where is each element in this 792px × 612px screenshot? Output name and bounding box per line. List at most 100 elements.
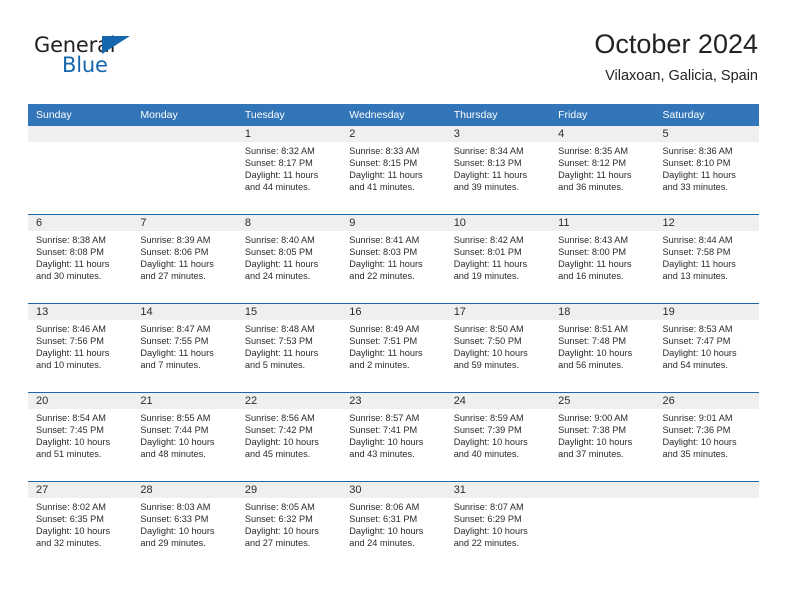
day-details: Sunrise: 8:51 AM Sunset: 7:48 PM Daylight:… xyxy=(550,320,654,371)
calendar-day-cell[interactable]: 12 Sunrise: 8:44 AM Sunset: 7:58 PM Dayligh… xyxy=(654,214,759,304)
day-number: 5 xyxy=(654,126,759,142)
day-number: 18 xyxy=(550,304,655,320)
day-number: 25 xyxy=(550,393,655,409)
sunrise-text: Sunrise: 8:44 AM xyxy=(662,235,733,245)
weekday-header-row: Sunday Monday Tuesday Wednesday Thursday… xyxy=(28,104,759,126)
daylight-text: Daylight: 10 hours and 35 minutes. xyxy=(662,437,737,460)
day-number: 20 xyxy=(28,393,133,409)
daylight-text: Daylight: 11 hours and 33 minutes. xyxy=(662,170,736,193)
calendar-day-cell[interactable]: 2 Sunrise: 8:33 AM Sunset: 8:15 PM Daylight… xyxy=(341,126,446,215)
sunrise-text: Sunrise: 8:54 AM xyxy=(36,413,106,423)
calendar-day-cell[interactable]: 31 Sunrise: 8:07 AM Sunset: 6:29 PM Dayligh… xyxy=(445,481,551,570)
calendar-day-cell[interactable]: 9 Sunrise: 8:41 AM Sunset: 8:03 PM Daylight… xyxy=(341,214,446,304)
calendar-cell-inner: 18 Sunrise: 8:51 AM Sunset: 7:48 PM Dayligh… xyxy=(550,304,655,392)
sunset-text: Sunset: 6:35 PM xyxy=(36,514,104,525)
sunset-text: Sunset: 7:53 PM xyxy=(244,336,313,347)
day-details: Sunrise: 9:00 AM Sunset: 7:38 PM Daylight:… xyxy=(550,409,654,460)
calendar-day-cell[interactable]: 19 Sunrise: 8:53 AM Sunset: 7:47 PM Dayligh… xyxy=(654,303,759,393)
calendar-day-cell[interactable]: 20 Sunrise: 8:54 AM Sunset: 7:45 PM Dayligh… xyxy=(28,392,133,482)
calendar-day-cell[interactable]: 15 Sunrise: 8:48 AM Sunset: 7:53 PM Dayligh… xyxy=(236,303,342,393)
calendar-cell-inner: 27 Sunrise: 8:02 AM Sunset: 6:35 PM Dayligh… xyxy=(28,482,133,570)
calendar-day-cell[interactable]: 7 Sunrise: 8:39 AM Sunset: 8:06 PM Daylight… xyxy=(132,214,237,304)
calendar-day-cell[interactable]: 10 Sunrise: 8:42 AM Sunset: 8:01 PM Dayligh… xyxy=(445,214,551,304)
daylight-text: Daylight: 11 hours and 19 minutes. xyxy=(453,259,528,282)
calendar-day-cell[interactable]: 22 Sunrise: 8:56 AM Sunset: 7:42 PM Dayligh… xyxy=(236,392,342,482)
sunrise-text: Sunrise: 8:55 AM xyxy=(140,413,211,423)
sunrise-text: Sunrise: 8:49 AM xyxy=(349,324,420,334)
calendar-day-cell[interactable]: 25 Sunrise: 9:00 AM Sunset: 7:38 PM Dayligh… xyxy=(550,392,655,482)
calendar-week-row: 20 Sunrise: 8:54 AM Sunset: 7:45 PM Dayligh… xyxy=(28,392,759,482)
calendar-day-cell[interactable]: 24 Sunrise: 8:59 AM Sunset: 7:39 PM Dayligh… xyxy=(445,392,551,482)
daylight-text: Daylight: 10 hours and 40 minutes. xyxy=(453,437,528,460)
sunset-text: Sunset: 6:29 PM xyxy=(453,514,522,525)
sunset-text: Sunset: 6:31 PM xyxy=(349,514,418,525)
sunrise-text: Sunrise: 8:56 AM xyxy=(244,413,315,423)
calendar-day-cell[interactable]: 8 Sunrise: 8:40 AM Sunset: 8:05 PM Daylight… xyxy=(236,214,342,304)
day-number: 4 xyxy=(550,126,655,142)
sunrise-text: Sunrise: 8:40 AM xyxy=(244,235,315,245)
calendar-day-cell[interactable]: 16 Sunrise: 8:49 AM Sunset: 7:51 PM Dayligh… xyxy=(341,303,446,393)
calendar-day-cell[interactable]: 14 Sunrise: 8:47 AM Sunset: 7:55 PM Dayligh… xyxy=(132,303,237,393)
sunset-text: Sunset: 8:17 PM xyxy=(244,158,313,169)
day-number: 30 xyxy=(341,482,446,498)
sunrise-text: Sunrise: 8:41 AM xyxy=(349,235,420,245)
calendar-cell-inner: 22 Sunrise: 8:56 AM Sunset: 7:42 PM Dayligh… xyxy=(236,393,342,481)
day-details: Sunrise: 8:02 AM Sunset: 6:35 PM Daylight:… xyxy=(28,498,132,549)
sunrise-text: Sunrise: 8:03 AM xyxy=(140,502,211,512)
day-details: Sunrise: 8:50 AM Sunset: 7:50 PM Daylight:… xyxy=(446,320,550,371)
calendar-day-cell[interactable]: 11 Sunrise: 8:43 AM Sunset: 8:00 PM Dayligh… xyxy=(550,214,655,304)
sunset-text: Sunset: 8:13 PM xyxy=(453,158,522,169)
calendar-cell-inner: 8 Sunrise: 8:40 AM Sunset: 8:05 PM Daylight… xyxy=(236,215,342,303)
weekday-header-monday: Monday xyxy=(132,104,237,126)
calendar-day-cell[interactable]: 29 Sunrise: 8:05 AM Sunset: 6:32 PM Dayligh… xyxy=(236,481,342,570)
weekday-header-saturday: Saturday xyxy=(654,104,759,126)
weekday-header-thursday: Thursday xyxy=(445,104,551,126)
weekday-header-sunday: Sunday xyxy=(28,104,133,126)
calendar-day-cell[interactable]: 4 Sunrise: 8:35 AM Sunset: 8:12 PM Daylight… xyxy=(550,126,655,215)
calendar-day-cell[interactable]: 18 Sunrise: 8:51 AM Sunset: 7:48 PM Dayligh… xyxy=(550,303,655,393)
sunset-text: Sunset: 7:48 PM xyxy=(558,336,627,347)
calendar-day-cell[interactable]: 23 Sunrise: 8:57 AM Sunset: 7:41 PM Dayligh… xyxy=(341,392,446,482)
calendar-day-cell[interactable]: 26 Sunrise: 9:01 AM Sunset: 7:36 PM Dayligh… xyxy=(654,392,759,482)
calendar-day-cell[interactable]: 13 Sunrise: 8:46 AM Sunset: 7:56 PM Dayligh… xyxy=(28,303,133,393)
calendar-day-cell[interactable]: 1 Sunrise: 8:32 AM Sunset: 8:17 PM Daylight… xyxy=(236,126,342,215)
sunset-text: Sunset: 7:39 PM xyxy=(453,425,522,436)
title-block: October 2024 Vilaxoan, Galicia, Spain xyxy=(594,28,758,86)
day-number: 9 xyxy=(341,215,446,231)
sunrise-text: Sunrise: 8:38 AM xyxy=(36,235,106,245)
calendar-cell-inner: 26 Sunrise: 9:01 AM Sunset: 7:36 PM Dayligh… xyxy=(654,393,759,481)
daylight-text: Daylight: 10 hours and 32 minutes. xyxy=(36,526,111,549)
calendar-cell-inner: 21 Sunrise: 8:55 AM Sunset: 7:44 PM Dayligh… xyxy=(132,393,237,481)
day-number: 8 xyxy=(236,215,342,231)
daylight-text: Daylight: 10 hours and 45 minutes. xyxy=(244,437,319,460)
day-details: Sunrise: 8:38 AM Sunset: 8:08 PM Daylight:… xyxy=(28,231,132,282)
day-details: Sunrise: 8:56 AM Sunset: 7:42 PM Daylight:… xyxy=(237,409,341,460)
sunset-text: Sunset: 8:00 PM xyxy=(558,247,627,258)
sunrise-text: Sunrise: 8:43 AM xyxy=(558,235,629,245)
calendar-day-cell[interactable]: 5 Sunrise: 8:36 AM Sunset: 8:10 PM Daylight… xyxy=(654,126,759,215)
sunset-text: Sunset: 8:08 PM xyxy=(36,247,104,258)
calendar-day-cell[interactable]: 28 Sunrise: 8:03 AM Sunset: 6:33 PM Dayligh… xyxy=(132,481,237,570)
calendar-day-cell[interactable]: 3 Sunrise: 8:34 AM Sunset: 8:13 PM Daylight… xyxy=(445,126,551,215)
calendar-day-cell[interactable]: 27 Sunrise: 8:02 AM Sunset: 6:35 PM Dayligh… xyxy=(28,481,133,570)
calendar-day-cell[interactable]: 17 Sunrise: 8:50 AM Sunset: 7:50 PM Dayligh… xyxy=(445,303,551,393)
calendar-day-cell[interactable]: 30 Sunrise: 8:06 AM Sunset: 6:31 PM Dayligh… xyxy=(341,481,446,570)
calendar-day-cell[interactable]: 6 Sunrise: 8:38 AM Sunset: 8:08 PM Daylight… xyxy=(28,214,133,304)
day-details: Sunrise: 8:59 AM Sunset: 7:39 PM Daylight:… xyxy=(446,409,550,460)
calendar-cell-inner: 25 Sunrise: 9:00 AM Sunset: 7:38 PM Dayligh… xyxy=(550,393,655,481)
day-number: 31 xyxy=(445,482,551,498)
calendar-cell-inner: 6 Sunrise: 8:38 AM Sunset: 8:08 PM Daylight… xyxy=(28,215,133,303)
calendar-cell-inner: 14 Sunrise: 8:47 AM Sunset: 7:55 PM Dayligh… xyxy=(132,304,237,392)
day-details: Sunrise: 8:32 AM Sunset: 8:17 PM Daylight:… xyxy=(237,142,341,193)
calendar-cell-inner xyxy=(28,126,133,214)
sunrise-text: Sunrise: 9:00 AM xyxy=(558,413,629,423)
daylight-text: Daylight: 10 hours and 56 minutes. xyxy=(558,348,633,371)
sunset-text: Sunset: 7:36 PM xyxy=(662,425,731,436)
day-details: Sunrise: 8:54 AM Sunset: 7:45 PM Daylight:… xyxy=(28,409,132,460)
day-number: 7 xyxy=(132,215,237,231)
daylight-text: Daylight: 11 hours and 16 minutes. xyxy=(558,259,632,282)
sunset-text: Sunset: 8:01 PM xyxy=(453,247,522,258)
daylight-text: Daylight: 10 hours and 37 minutes. xyxy=(558,437,633,460)
day-number: 26 xyxy=(654,393,759,409)
calendar-day-cell[interactable]: 21 Sunrise: 8:55 AM Sunset: 7:44 PM Dayligh… xyxy=(132,392,237,482)
